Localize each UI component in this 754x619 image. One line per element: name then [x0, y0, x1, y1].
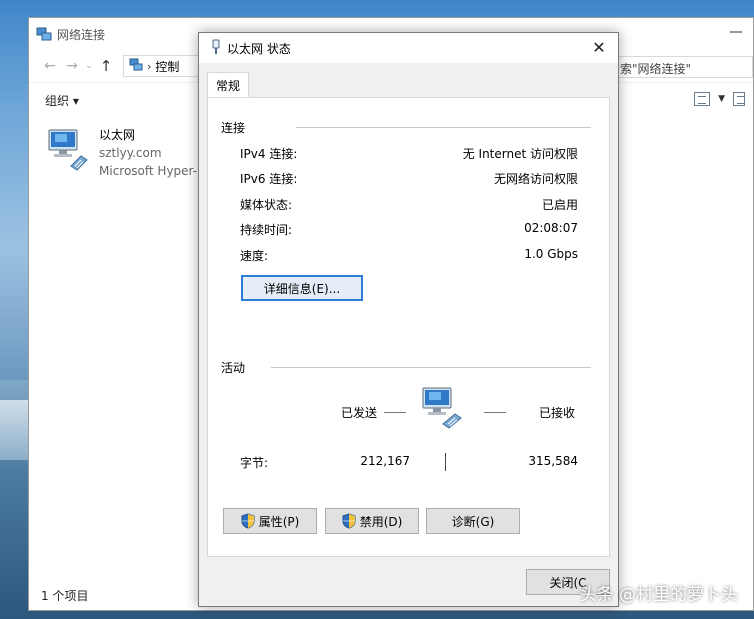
view-dropdown-icon[interactable]: ▼	[718, 94, 725, 104]
activity-group-label: 活动	[221, 359, 246, 376]
uac-shield-icon	[342, 513, 356, 529]
connection-group-divider	[296, 127, 591, 128]
adapter-network: sztlyy.com	[99, 146, 162, 160]
properties-button-label: 属性(P)	[258, 514, 300, 529]
adapter-item-ethernet[interactable]: 以太网 sztlyy.com Microsoft Hyper-	[45, 126, 197, 180]
organize-button[interactable]: 组织 ▾	[45, 92, 79, 109]
bytes-sent-value: 212,167	[360, 454, 410, 468]
forward-arrow-icon[interactable]: →	[61, 58, 83, 74]
close-icon[interactable]: ✕	[590, 38, 608, 57]
adapter-name: 以太网	[99, 128, 136, 142]
view-options: ▼	[694, 92, 745, 106]
bytes-label: 字节:	[240, 456, 269, 470]
media-state-label: 媒体状态:	[240, 198, 293, 212]
tab-general[interactable]: 常规	[207, 72, 250, 98]
watermark-text: 头条 @村里的萝卜头	[579, 585, 738, 605]
network-connections-icon	[36, 26, 52, 42]
media-state-row: 媒体状态: 已启用	[240, 196, 578, 213]
speed-label: 速度:	[240, 249, 269, 263]
breadcrumb-control-panel[interactable]: 控制	[155, 58, 179, 75]
bytes-received-value: 315,584	[528, 454, 578, 468]
disable-button-label: 禁用(D)	[359, 514, 403, 529]
sent-line	[384, 412, 406, 413]
adapter-device: Microsoft Hyper-	[99, 164, 198, 178]
connection-group-label: 连接	[221, 119, 246, 136]
activity-group-divider	[271, 367, 591, 368]
address-location-icon	[129, 58, 143, 75]
dialog-titlebar: 以太网 状态 ✕	[199, 33, 618, 63]
received-line	[484, 412, 506, 413]
ethernet-plug-icon	[211, 39, 221, 58]
minimize-icon[interactable]: —	[729, 24, 743, 40]
media-state-value: 已启用	[541, 198, 578, 212]
speed-row: 速度: 1.0 Gbps	[240, 247, 578, 264]
ethernet-adapter-icon	[45, 126, 93, 174]
received-label: 已接收	[539, 406, 576, 420]
uac-shield-icon	[241, 513, 255, 529]
sent-label: 已发送	[341, 406, 378, 420]
details-button[interactable]: 详细信息(E)...	[241, 275, 363, 301]
ipv4-value: 无 Internet 访问权限	[462, 147, 578, 161]
change-view-icon[interactable]	[694, 92, 711, 106]
desktop-background-highlight	[0, 400, 30, 460]
status-bar-item-count: 1 个项目	[41, 589, 89, 603]
speed-value: 1.0 Gbps	[524, 247, 578, 261]
explorer-title: 网络连接	[57, 27, 106, 42]
ipv4-label: IPv4 连接:	[240, 147, 298, 161]
breadcrumb-separator-icon: ›	[147, 59, 152, 73]
ipv4-row: IPv4 连接: 无 Internet 访问权限	[240, 145, 578, 162]
address-bar[interactable]: › 控制	[123, 55, 203, 77]
properties-button[interactable]: 属性(P)	[223, 508, 317, 534]
duration-value: 02:08:07	[524, 221, 578, 235]
ipv6-value: 无网络访问权限	[493, 172, 578, 186]
duration-row: 持续时间: 02:08:07	[240, 221, 578, 238]
ipv6-label: IPv6 连接:	[240, 172, 298, 186]
dialog-tabs: 常规	[207, 72, 250, 98]
ipv6-row: IPv6 连接: 无网络访问权限	[240, 170, 578, 187]
preview-pane-icon[interactable]	[733, 92, 745, 106]
network-activity-icon	[421, 386, 469, 437]
bytes-divider	[445, 453, 446, 471]
dialog-title: 以太网 状态	[227, 41, 291, 56]
tab-panel-general: 连接 IPv4 连接: 无 Internet 访问权限 IPv6 连接: 无网络…	[207, 97, 610, 557]
ethernet-status-dialog: 以太网 状态 ✕ 常规 连接 IPv4 连接: 无 Internet 访问权限 …	[198, 32, 619, 607]
back-arrow-icon[interactable]: ←	[39, 58, 61, 74]
up-arrow-icon[interactable]: ↑	[95, 57, 117, 75]
duration-label: 持续时间:	[240, 223, 293, 237]
search-input[interactable]: 索"网络连接"	[613, 56, 753, 78]
recent-dropdown-icon[interactable]: ⌄	[83, 61, 95, 71]
disable-button[interactable]: 禁用(D)	[325, 508, 419, 534]
diagnose-button[interactable]: 诊断(G)	[426, 508, 520, 534]
